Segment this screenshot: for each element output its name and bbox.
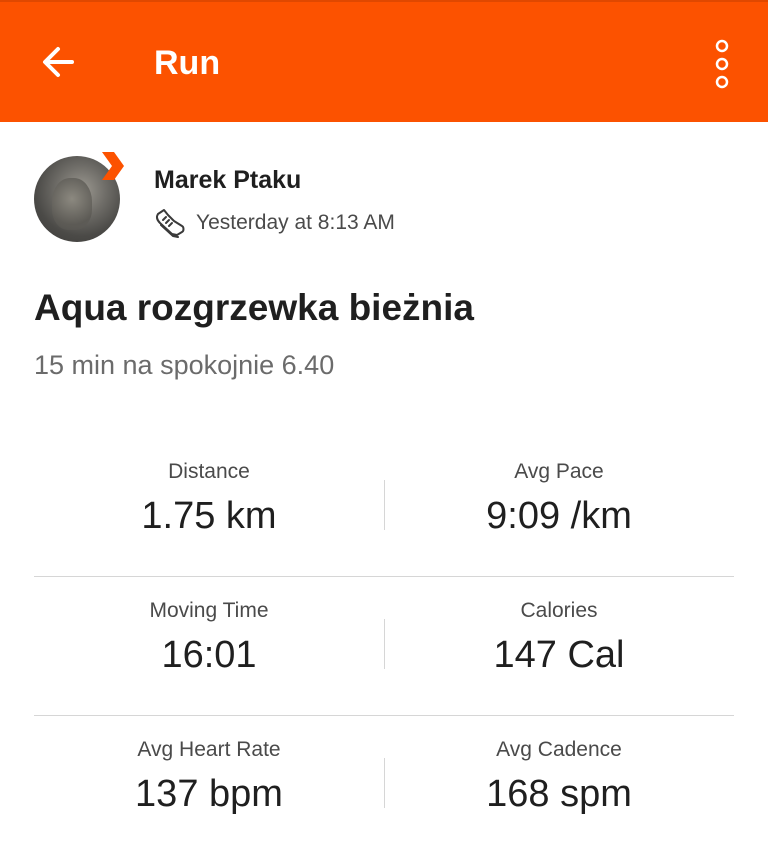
stat-label: Avg Pace	[514, 460, 604, 483]
page-title: Run	[154, 44, 221, 82]
stats-row: Moving Time 16:01 Calories 147 Cal	[34, 577, 734, 716]
stat-label: Moving Time	[149, 599, 269, 622]
back-button[interactable]	[30, 34, 86, 90]
stat-label: Avg Cadence	[496, 738, 622, 761]
stat-value: 147 Cal	[493, 634, 625, 676]
activity-stats: Distance 1.75 km Avg Pace 9:09 /km Movin…	[34, 438, 734, 854]
stat-avg-cadence: Avg Cadence 168 spm	[384, 716, 734, 854]
stats-row: Distance 1.75 km Avg Pace 9:09 /km	[34, 438, 734, 577]
stat-value: 9:09 /km	[486, 495, 632, 537]
stat-moving-time: Moving Time 16:01	[34, 577, 384, 715]
athlete-avatar-area[interactable]	[34, 150, 126, 244]
stat-value: 137 bpm	[135, 773, 283, 815]
activity-meta: Yesterday at 8:13 AM	[152, 205, 395, 241]
more-vertical-icon	[715, 39, 729, 89]
stat-label: Calories	[520, 599, 598, 622]
stat-distance: Distance 1.75 km	[34, 438, 384, 576]
athlete-name[interactable]: Marek Ptaku	[154, 164, 301, 196]
stat-value: 1.75 km	[141, 495, 277, 537]
stat-value: 16:01	[161, 634, 257, 676]
top-app-bar: Run	[0, 0, 768, 122]
stat-value: 168 spm	[486, 773, 632, 815]
stat-calories: Calories 147 Cal	[384, 577, 734, 715]
avatar-photo	[52, 178, 92, 230]
more-options-button[interactable]	[700, 36, 744, 92]
stat-avg-heart-rate: Avg Heart Rate 137 bpm	[34, 716, 384, 854]
stat-label: Avg Heart Rate	[137, 738, 281, 761]
stats-row: Avg Heart Rate 137 bpm Avg Cadence 168 s…	[34, 716, 734, 854]
activity-timestamp: Yesterday at 8:13 AM	[196, 211, 395, 234]
arrow-left-icon	[43, 47, 74, 77]
activity-title: Aqua rozgrzewka bieżnia	[34, 287, 474, 328]
activity-description: 15 min na spokojnie 6.40	[34, 350, 335, 380]
stat-label: Distance	[168, 460, 250, 483]
subscriber-badge-icon	[102, 152, 124, 180]
running-shoe-icon	[155, 209, 185, 238]
stat-avg-pace: Avg Pace 9:09 /km	[384, 438, 734, 576]
